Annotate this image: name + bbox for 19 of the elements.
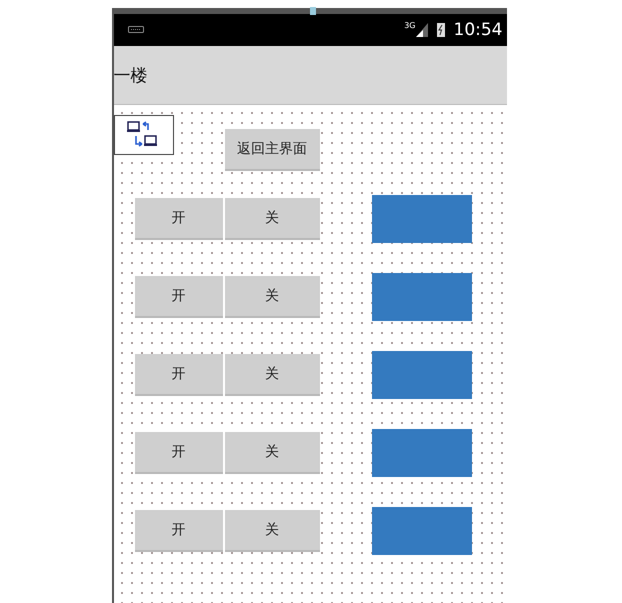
network-type: 3G <box>404 21 416 30</box>
off-button[interactable]: 关 <box>224 276 320 318</box>
back-to-main-button[interactable]: 返回主界面 <box>224 129 320 171</box>
on-button[interactable]: 开 <box>134 198 222 240</box>
signal-icon <box>416 23 428 37</box>
clock-time: 10:54 <box>454 20 502 40</box>
screen-title: 一楼 <box>114 64 148 86</box>
on-button[interactable]: 开 <box>134 276 222 318</box>
off-button[interactable]: 关 <box>224 354 320 396</box>
on-button[interactable]: 开 <box>134 510 222 552</box>
off-button[interactable]: 关 <box>224 432 320 474</box>
connection-component[interactable] <box>114 115 174 155</box>
keyboard-icon <box>128 26 144 34</box>
off-button[interactable]: 关 <box>224 198 320 240</box>
on-button[interactable]: 开 <box>134 432 222 474</box>
on-button[interactable]: 开 <box>134 354 222 396</box>
battery-icon <box>436 22 446 38</box>
off-button[interactable]: 关 <box>224 510 320 552</box>
resize-handle[interactable] <box>310 7 316 15</box>
